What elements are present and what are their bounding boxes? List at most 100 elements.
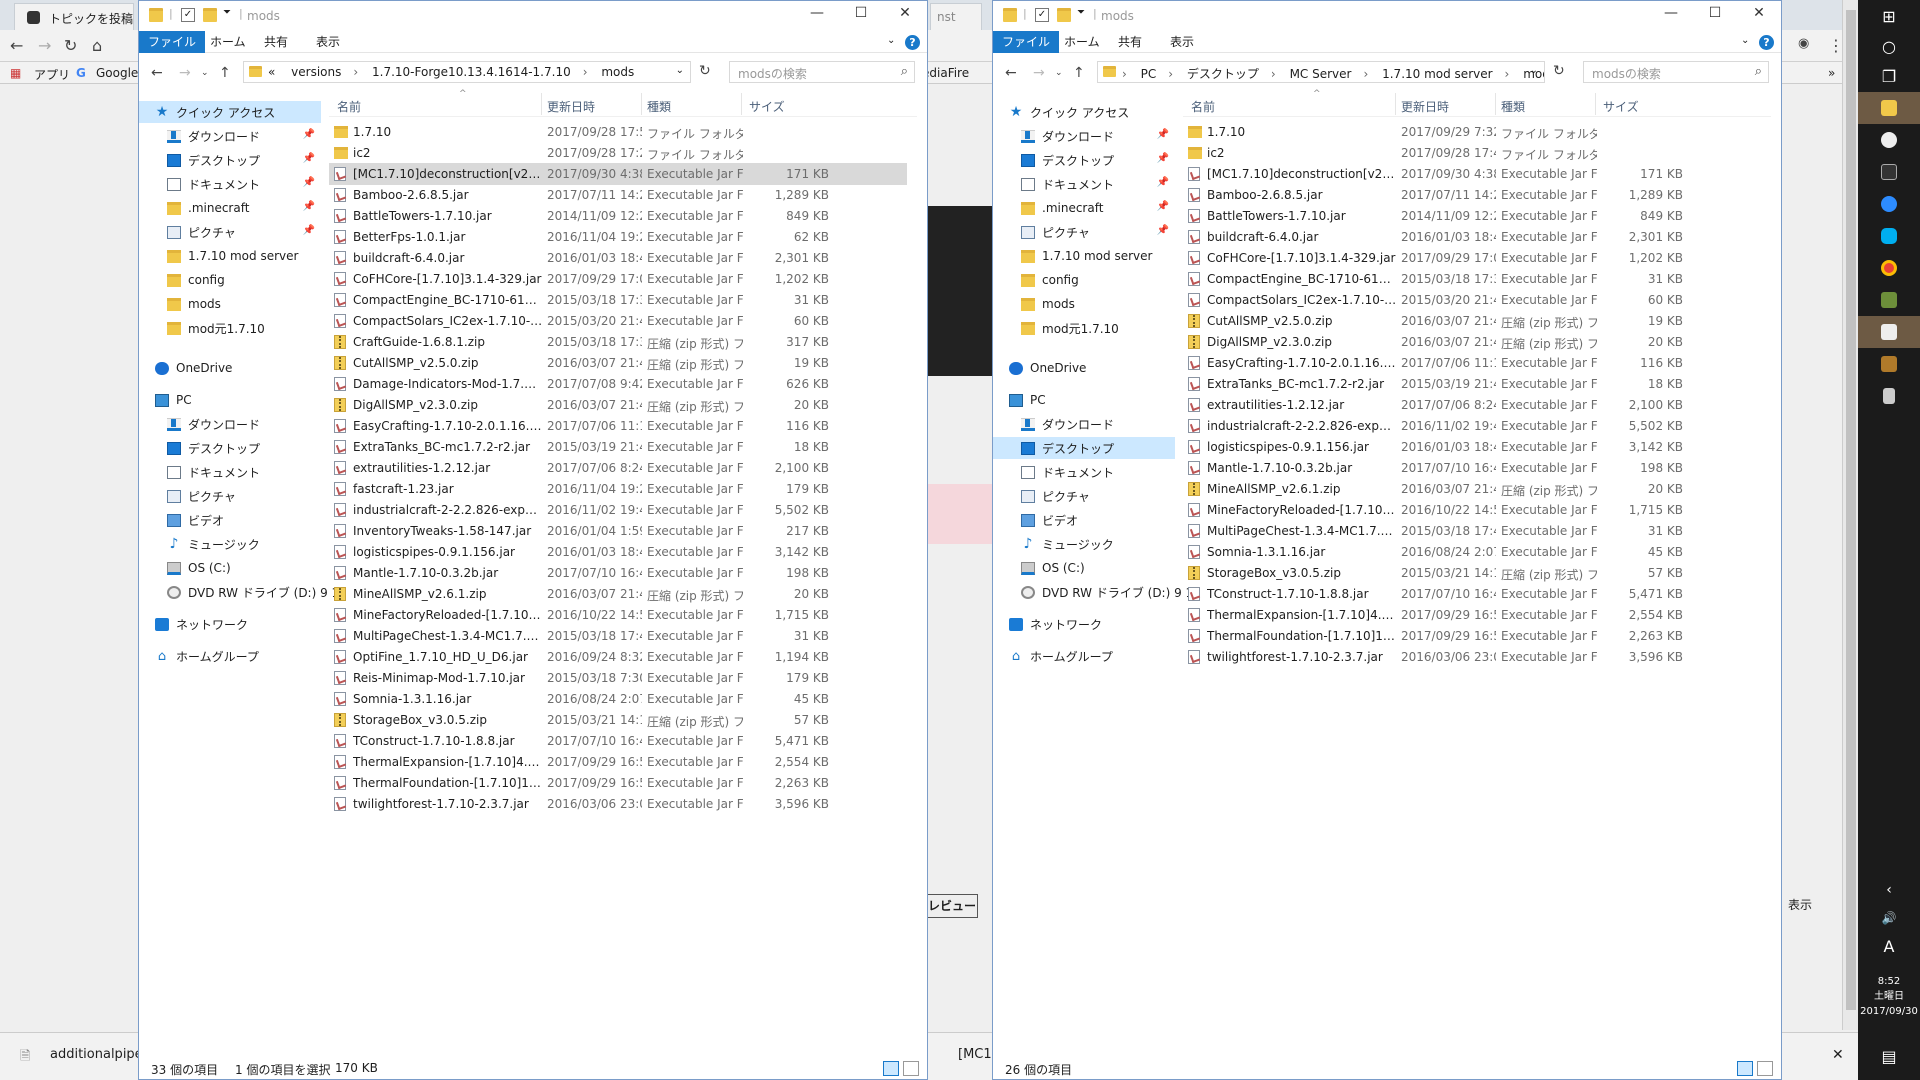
nav-item[interactable]: ピクチャ xyxy=(139,485,321,507)
file-row[interactable]: industrialcraft-2-2.2.826-experimental.j… xyxy=(1183,415,1761,437)
calculator-icon[interactable] xyxy=(1858,380,1920,412)
pin-icon[interactable]: 📌 xyxy=(303,153,315,164)
column-divider[interactable] xyxy=(1495,93,1496,115)
reload-icon[interactable]: ↻ xyxy=(64,36,77,55)
pin-icon[interactable]: 📌 xyxy=(1157,153,1169,164)
large-icons-view-icon[interactable] xyxy=(903,1061,919,1076)
download-item-name[interactable]: [MC1. xyxy=(958,1047,996,1062)
close-icon[interactable]: ✕ xyxy=(895,5,915,21)
nav-item[interactable]: ダウンロード xyxy=(993,413,1175,435)
back-arrow-icon[interactable]: ← xyxy=(1005,65,1017,81)
nav-item[interactable]: ピクチャ 📌 xyxy=(993,221,1175,243)
pin-icon[interactable]: 📌 xyxy=(303,225,315,236)
file-row[interactable]: ExtraTanks_BC-mc1.7.2-r2.jar 2015/03/19 2… xyxy=(1183,373,1761,395)
file-row[interactable]: ExtraTanks_BC-mc1.7.2-r2.jar 2015/03/19 2… xyxy=(329,436,907,458)
back-arrow-icon[interactable]: ← xyxy=(151,65,163,81)
file-row[interactable]: fastcraft-1.23.jar 2016/11/04 19:21 Execut… xyxy=(329,478,907,500)
tab-file[interactable]: ファイル xyxy=(139,31,206,53)
nav-item[interactable]: PC xyxy=(993,389,1175,411)
nav-item[interactable]: ドキュメント 📌 xyxy=(993,173,1175,195)
extension-icon[interactable]: ◉ xyxy=(1798,36,1809,51)
bookmarks-overflow-icon[interactable]: » xyxy=(1828,66,1835,80)
action-center-icon[interactable]: ▤ xyxy=(1858,1040,1920,1072)
tab-home[interactable]: ホーム xyxy=(1055,31,1109,53)
apps-grid-icon[interactable]: ▦ xyxy=(10,66,21,80)
pin-icon[interactable]: 📌 xyxy=(1157,129,1169,140)
file-row[interactable]: twilightforest-1.7.10-2.3.7.jar 2016/03/0… xyxy=(329,793,907,815)
nav-item[interactable]: 1.7.10 mod server xyxy=(993,245,1175,267)
nav-item[interactable]: ⌂ ホームグループ xyxy=(139,645,321,667)
nav-item[interactable]: ネットワーク xyxy=(139,613,321,635)
nav-item[interactable]: ビデオ xyxy=(139,509,321,531)
nav-item[interactable]: mod元1.7.10 xyxy=(139,317,321,339)
file-row[interactable]: CutAllSMP_v2.5.0.zip 2016/03/07 21:49 圧縮 (… xyxy=(329,352,907,374)
file-row[interactable]: TConstruct-1.7.10-1.8.8.jar 2017/07/10 16… xyxy=(329,730,907,752)
file-row[interactable]: CoFHCore-[1.7.10]3.1.4-329.jar 2017/09/29… xyxy=(329,268,907,290)
file-row[interactable]: CoFHCore-[1.7.10]3.1.4-329.jar 2017/09/29… xyxy=(1183,247,1761,269)
nav-item[interactable]: ドキュメント xyxy=(139,461,321,483)
file-row[interactable]: InventoryTweaks-1.58-147.jar 2016/01/04 1… xyxy=(329,520,907,542)
file-row[interactable]: CompactEngine_BC-1710-612V1.jar 2015/03/1… xyxy=(329,289,907,311)
nav-item[interactable]: PC xyxy=(139,389,321,411)
file-row[interactable]: industrialcraft-2-2.2.826-experimental.j… xyxy=(329,499,907,521)
properties-icon[interactable]: ✓ xyxy=(1035,8,1049,22)
pin-icon[interactable]: 📌 xyxy=(1157,225,1169,236)
recent-locations-chevron-icon[interactable]: ⌄ xyxy=(1055,68,1063,78)
nav-item[interactable]: OS (C:) xyxy=(139,557,321,579)
file-row[interactable]: twilightforest-1.7.10-2.3.7.jar 2016/03/0… xyxy=(1183,646,1761,668)
help-icon[interactable]: ? xyxy=(1759,35,1774,50)
back-arrow-icon[interactable]: ← xyxy=(10,36,23,55)
file-row[interactable]: MineFactoryReloaded-[1.7.10]2.8.1-174.ja… xyxy=(329,604,907,626)
nav-item[interactable]: DVD RW ドライブ (D:) 9 16 xyxy=(139,581,347,603)
pin-icon[interactable]: 📌 xyxy=(303,177,315,188)
file-row[interactable]: BetterFps-1.0.1.jar 2016/11/04 19:28 Execu… xyxy=(329,226,907,248)
search-input[interactable]: modsの検索 ⌕ xyxy=(729,61,915,83)
up-arrow-icon[interactable]: ↑ xyxy=(1073,65,1085,81)
clock[interactable]: 8:52 土曜日 2017/09/30 xyxy=(1858,974,1920,1019)
file-row[interactable]: DigAllSMP_v2.3.0.zip 2016/03/07 21:49 圧縮 (… xyxy=(1183,331,1761,353)
nav-item[interactable]: ビデオ xyxy=(993,509,1175,531)
column-divider[interactable] xyxy=(541,93,542,115)
breadcrumb-segment[interactable]: MC Server xyxy=(1290,67,1352,81)
breadcrumb-segment[interactable]: « xyxy=(268,65,275,79)
package-icon[interactable] xyxy=(1858,348,1920,380)
download-item-name[interactable]: additionalpipes xyxy=(50,1047,149,1062)
nav-item[interactable]: ♪ ミュージック xyxy=(993,533,1175,555)
image-viewer-icon[interactable] xyxy=(1858,316,1920,348)
bookmark-mediafire[interactable]: ediaFire xyxy=(922,66,969,80)
command-prompt-icon[interactable] xyxy=(1858,156,1920,188)
nav-item[interactable]: OneDrive xyxy=(993,357,1175,379)
file-row[interactable]: Somnia-1.3.1.16.jar 2016/08/24 2:07 Execut… xyxy=(329,688,907,710)
file-row[interactable]: [MC1.7.10]deconstruction[v2.2.6].jar 2017… xyxy=(329,163,907,185)
ime-indicator[interactable]: A xyxy=(1858,930,1920,962)
file-row[interactable]: ThermalFoundation-[1.7.10]1.2.6-118.jar 2… xyxy=(1183,625,1761,647)
pin-icon[interactable]: 📌 xyxy=(303,129,315,140)
file-row[interactable]: logisticspipes-0.9.1.156.jar 2016/01/03 1… xyxy=(1183,436,1761,458)
file-row[interactable]: MineAllSMP_v2.6.1.zip 2016/03/07 21:48 圧縮 … xyxy=(329,583,907,605)
nav-item[interactable]: ♪ ミュージック xyxy=(139,533,321,555)
breadcrumb-segment[interactable]: versions xyxy=(291,65,341,79)
address-dropdown-icon[interactable]: ⌄ xyxy=(1530,65,1538,76)
pin-icon[interactable]: 📌 xyxy=(1157,177,1169,188)
nav-item[interactable]: ダウンロード 📌 xyxy=(139,125,321,147)
file-row[interactable]: Bamboo-2.6.8.5.jar 2017/07/11 14:22 Execut… xyxy=(329,184,907,206)
column-header-size[interactable]: サイズ xyxy=(749,98,785,115)
tab-share[interactable]: 共有 xyxy=(255,31,297,53)
ribbon-expand-icon[interactable]: ⌄ xyxy=(887,35,895,46)
close-icon[interactable]: ✕ xyxy=(1749,5,1769,21)
refresh-icon[interactable]: ↻ xyxy=(699,63,711,79)
nav-item[interactable]: ピクチャ 📌 xyxy=(139,221,321,243)
nav-item[interactable]: ドキュメント xyxy=(993,461,1175,483)
nav-item[interactable]: 1.7.10 mod server xyxy=(139,245,321,267)
nav-item[interactable]: config xyxy=(139,269,321,291)
file-row[interactable]: ThermalExpansion-[1.7.10]4.1.5-248.jar 20… xyxy=(329,751,907,773)
nav-item[interactable]: OneDrive xyxy=(139,357,321,379)
file-row[interactable]: Mantle-1.7.10-0.3.2b.jar 2017/07/10 16:43… xyxy=(329,562,907,584)
file-row[interactable]: ic2 2017/09/28 17:28 ファイル フォルダー xyxy=(329,142,907,164)
pin-icon[interactable]: 📌 xyxy=(1157,201,1169,212)
nav-item[interactable]: ⌂ ホームグループ xyxy=(993,645,1175,667)
details-view-icon[interactable] xyxy=(883,1061,899,1076)
nav-item[interactable]: デスクトップ xyxy=(993,437,1175,459)
column-header-name[interactable]: 名前 xyxy=(337,98,361,115)
new-folder-icon[interactable] xyxy=(203,8,217,22)
